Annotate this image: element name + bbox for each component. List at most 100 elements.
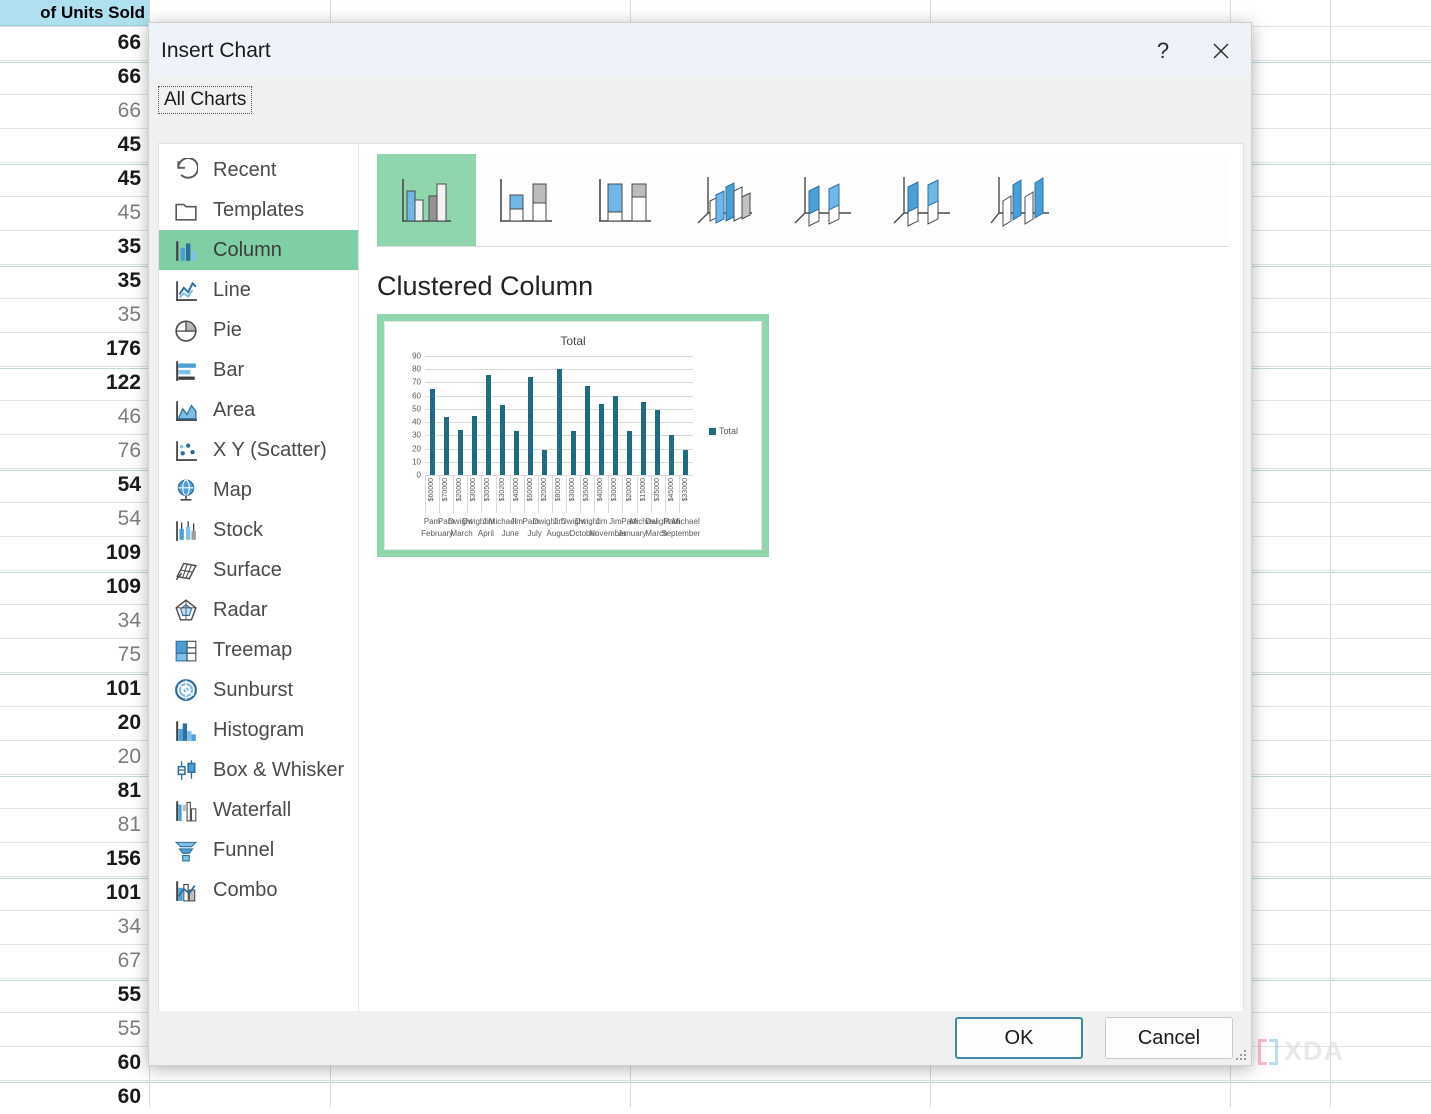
x-axis-value-label: $33000 — [681, 478, 689, 502]
x-axis-value-label: $35000 — [583, 478, 591, 502]
subtype-3d-stacked-column[interactable] — [773, 154, 872, 246]
resize-grip[interactable] — [1236, 1050, 1248, 1062]
chart-bar — [627, 431, 633, 475]
spreadsheet-cell[interactable]: 45 — [0, 196, 145, 230]
sidebar-item-templates[interactable]: Templates — [159, 190, 358, 230]
sidebar-item-treemap[interactable]: Treemap — [159, 630, 358, 670]
subtype-3d-clustered-column[interactable] — [674, 154, 773, 246]
spreadsheet-cell[interactable]: 76 — [0, 434, 145, 468]
spreadsheet-cell[interactable]: 67 — [0, 944, 145, 978]
x-axis-name-label: Michael — [672, 517, 700, 526]
sidebar-item-histogram[interactable]: Histogram — [159, 710, 358, 750]
spreadsheet-cell[interactable]: 35 — [0, 264, 145, 298]
xda-watermark-text: XDA — [1284, 1036, 1345, 1066]
chart-bar — [683, 449, 689, 475]
sidebar-item-funnel[interactable]: Funnel — [159, 830, 358, 870]
spreadsheet-cell[interactable]: 55 — [0, 978, 145, 1012]
x-axis-tick-line — [636, 475, 638, 513]
spreadsheet-cell[interactable]: 176 — [0, 332, 145, 366]
spreadsheet-cell[interactable]: 46 — [0, 400, 145, 434]
chart-preview[interactable]: Total 0 10 20 30 40 50 60 70 80 90 $60000 $70000 $2… — [377, 314, 769, 557]
x-axis-value-label: $20000 — [456, 478, 464, 502]
chart-bar — [471, 415, 477, 475]
subtype-100-stacked-column[interactable] — [575, 154, 674, 246]
sidebar-item-box-whisker[interactable]: Box & Whisker — [159, 750, 358, 790]
y-axis-tick: 80 — [412, 364, 421, 374]
sidebar-item-surface[interactable]: Surface — [159, 550, 358, 590]
sidebar-item-x-y-scatter[interactable]: X Y (Scatter) — [159, 430, 358, 470]
chart-bar — [485, 374, 491, 475]
spreadsheet-cell[interactable]: 75 — [0, 638, 145, 672]
sidebar-item-radar[interactable]: Radar — [159, 590, 358, 630]
spreadsheet-cell[interactable]: 20 — [0, 740, 145, 774]
x-axis-value-label: $35000 — [653, 478, 661, 502]
sidebar-item-map[interactable]: Map — [159, 470, 358, 510]
spreadsheet-cell[interactable]: 101 — [0, 672, 145, 706]
x-axis-name-label: Jim — [609, 517, 622, 526]
sidebar-item-combo[interactable]: Combo — [159, 870, 358, 910]
help-button[interactable]: ? — [1135, 23, 1191, 78]
chart-gridline — [425, 356, 693, 357]
spreadsheet-cell[interactable]: 109 — [0, 536, 145, 570]
spreadsheet-cell[interactable]: 109 — [0, 570, 145, 604]
spreadsheet-cell[interactable]: 101 — [0, 876, 145, 910]
sidebar-item-bar[interactable]: Bar — [159, 350, 358, 390]
stacked-column-icon — [499, 179, 552, 222]
spreadsheet-cell[interactable]: 60 — [0, 1046, 145, 1080]
close-button[interactable] — [1191, 23, 1251, 78]
sidebar-item-recent[interactable]: Recent — [159, 150, 358, 190]
sidebar-item-waterfall[interactable]: Waterfall — [159, 790, 358, 830]
spreadsheet-cell[interactable]: 34 — [0, 604, 145, 638]
chart-bar — [612, 395, 618, 475]
chart-bar — [641, 402, 647, 475]
sidebar-item-column[interactable]: Column — [159, 230, 358, 270]
sidebar-item-pie[interactable]: Pie — [159, 310, 358, 350]
chart-bar — [528, 377, 534, 475]
chart-type-list[interactable]: Recent Templates Column Line Pie Bar Area X Y (… — [159, 144, 359, 1012]
chart-subtype-strip[interactable] — [377, 154, 1229, 247]
spreadsheet-cell[interactable]: 45 — [0, 128, 145, 162]
x-axis-month-label: September — [661, 529, 701, 538]
x-axis-name-label: Jim — [595, 517, 608, 526]
sidebar-item-label: Sunburst — [213, 678, 294, 701]
spreadsheet-cell[interactable]: 122 — [0, 366, 145, 400]
tab-all-charts[interactable]: All Charts — [158, 86, 253, 114]
spreadsheet-cell[interactable]: 81 — [0, 774, 145, 808]
spreadsheet-cell[interactable]: 66 — [0, 26, 145, 60]
spreadsheet-cell[interactable]: 35 — [0, 230, 145, 264]
sidebar-item-stock[interactable]: Stock — [159, 510, 358, 550]
spreadsheet-cell[interactable]: 81 — [0, 808, 145, 842]
spreadsheet-cell[interactable]: 156 — [0, 842, 145, 876]
3d-stacked-column-icon — [794, 177, 851, 227]
spreadsheet-cell[interactable]: 55 — [0, 1012, 145, 1046]
cancel-button[interactable]: Cancel — [1105, 1017, 1233, 1059]
chart-preview-frame: Total 0 10 20 30 40 50 60 70 80 90 $60000 $70000 $2… — [384, 321, 762, 550]
subtype-stacked-column[interactable] — [476, 154, 575, 246]
x-axis-month-label: February — [421, 529, 454, 538]
sidebar-item-line[interactable]: Line — [159, 270, 358, 310]
x-axis-tick-line — [537, 475, 539, 513]
spreadsheet-cell[interactable]: 54 — [0, 468, 145, 502]
x-axis-tick-line — [608, 475, 610, 513]
spreadsheet-cell[interactable]: 54 — [0, 502, 145, 536]
subtype-3d-column[interactable] — [971, 154, 1070, 246]
subtype-clustered-column[interactable] — [377, 154, 476, 246]
spreadsheet-cell[interactable]: 66 — [0, 60, 145, 94]
spreadsheet-cell[interactable]: 45 — [0, 162, 145, 196]
spreadsheet-cell[interactable]: 66 — [0, 94, 145, 128]
combo-icon — [173, 877, 199, 903]
chart-preview-pane: Clustered Column Total 0 10 20 30 40 50 60 70 80… — [359, 144, 1243, 1012]
spreadsheet-cell[interactable]: 35 — [0, 298, 145, 332]
sidebar-item-label: Area — [213, 398, 256, 421]
sidebar-item-sunburst[interactable]: Sunburst — [159, 670, 358, 710]
spreadsheet-cell[interactable]: 34 — [0, 910, 145, 944]
ok-button[interactable]: OK — [955, 1017, 1083, 1059]
sidebar-item-area[interactable]: Area — [159, 390, 358, 430]
y-axis-tick: 10 — [412, 457, 421, 467]
y-axis-tick: 50 — [412, 404, 421, 414]
spreadsheet-cell[interactable]: 20 — [0, 706, 145, 740]
x-axis-month-label: January — [617, 529, 647, 538]
spreadsheet-cell[interactable]: 60 — [0, 1080, 145, 1114]
dialog-body: Recent Templates Column Line Pie Bar Area X Y (… — [158, 143, 1244, 1013]
subtype-3d-100-stacked-column[interactable] — [872, 154, 971, 246]
